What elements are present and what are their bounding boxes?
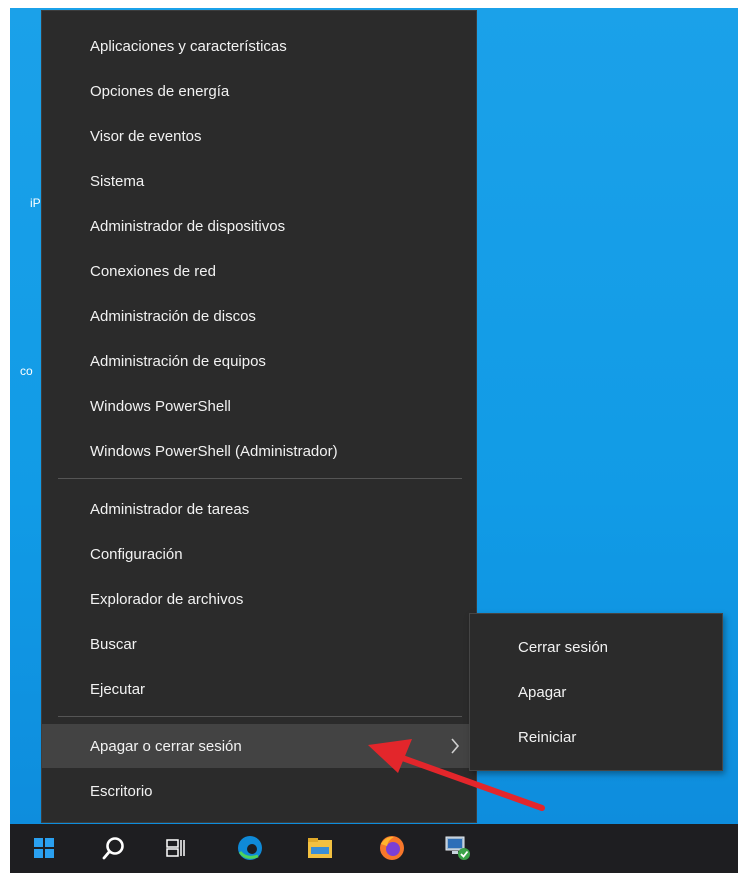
edge-icon[interactable] xyxy=(232,830,268,866)
taskbar xyxy=(10,824,738,873)
winx-context-menu: Aplicaciones y características Opciones … xyxy=(41,10,477,823)
menu-item-system[interactable]: Sistema xyxy=(42,159,476,203)
submenu-item-sign-out[interactable]: Cerrar sesión xyxy=(470,625,722,669)
firefox-icon[interactable] xyxy=(374,830,410,866)
menu-item-computer-management[interactable]: Administración de equipos xyxy=(42,339,476,383)
menu-item-power-options[interactable]: Opciones de energía xyxy=(42,69,476,113)
file-explorer-icon[interactable] xyxy=(302,830,338,866)
menu-item-apps-features[interactable]: Aplicaciones y características xyxy=(42,24,476,68)
windows-start-icon[interactable] xyxy=(26,830,62,866)
menu-item-event-viewer[interactable]: Visor de eventos xyxy=(42,114,476,158)
menu-item-powershell[interactable]: Windows PowerShell xyxy=(42,384,476,428)
menu-separator xyxy=(58,716,462,717)
menu-item-search[interactable]: Buscar xyxy=(42,622,476,666)
network-computer-icon[interactable] xyxy=(440,830,476,866)
desktop-icon-label[interactable]: co xyxy=(20,364,33,378)
menu-item-powershell-admin[interactable]: Windows PowerShell (Administrador) xyxy=(42,429,476,473)
search-icon[interactable] xyxy=(96,830,132,866)
menu-item-device-manager[interactable]: Administrador de dispositivos xyxy=(42,204,476,248)
desktop-icon-label[interactable]: iP xyxy=(30,196,41,210)
annotation-arrow-icon xyxy=(368,739,545,811)
task-view-icon[interactable] xyxy=(158,830,194,866)
menu-item-run[interactable]: Ejecutar xyxy=(42,667,476,711)
menu-item-settings[interactable]: Configuración xyxy=(42,532,476,576)
menu-separator xyxy=(58,478,462,479)
submenu-item-shut-down[interactable]: Apagar xyxy=(470,670,722,714)
menu-item-label: Apagar o cerrar sesión xyxy=(90,737,242,755)
menu-item-task-manager[interactable]: Administrador de tareas xyxy=(42,487,476,531)
menu-item-disk-management[interactable]: Administración de discos xyxy=(42,294,476,338)
menu-item-network-connections[interactable]: Conexiones de red xyxy=(42,249,476,293)
menu-item-file-explorer[interactable]: Explorador de archivos xyxy=(42,577,476,621)
